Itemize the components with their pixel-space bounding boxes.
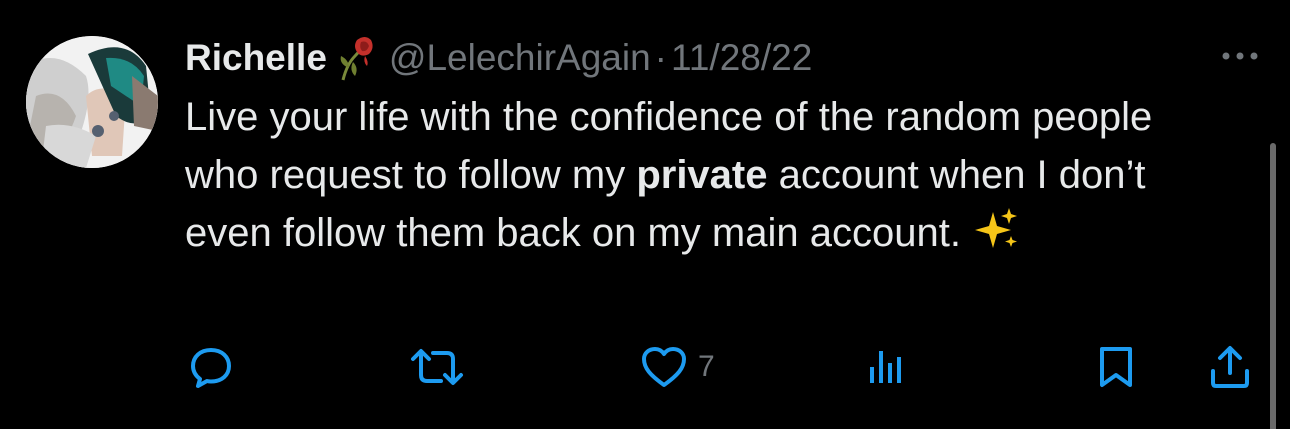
retweet-button[interactable] — [409, 345, 465, 389]
tweet-content: Richelle @LelechirAgain · 11/28/22 Live … — [185, 30, 1195, 262]
like-button[interactable]: 7 — [640, 345, 715, 389]
separator-dot: · — [654, 37, 667, 78]
more-options-icon[interactable] — [1218, 44, 1262, 68]
tweet-card[interactable]: Richelle @LelechirAgain · 11/28/22 Live … — [0, 0, 1290, 429]
action-bar: 7 — [0, 345, 1290, 389]
bookmark-icon — [1100, 347, 1132, 387]
heart-icon — [642, 347, 686, 387]
share-button[interactable] — [1208, 345, 1252, 389]
scrollbar[interactable] — [1270, 143, 1276, 429]
avatar[interactable] — [26, 36, 158, 168]
bookmark-button[interactable] — [1096, 345, 1136, 389]
views-bar-chart-icon — [870, 351, 901, 383]
like-count: 7 — [698, 350, 715, 383]
tweet-header: Richelle @LelechirAgain · 11/28/22 — [185, 30, 1195, 86]
tweet-date[interactable]: 11/28/22 — [671, 37, 812, 79]
tweet-text-bold: private — [636, 153, 768, 197]
user-handle[interactable]: @LelechirAgain — [389, 37, 651, 79]
sparkles-icon — [973, 206, 1019, 252]
retweet-icon — [411, 349, 463, 385]
share-icon — [1211, 346, 1249, 388]
tweet-text: Live your life with the confidence of th… — [185, 88, 1195, 262]
reply-button[interactable] — [189, 345, 233, 389]
reply-icon — [191, 348, 231, 388]
views-button[interactable] — [864, 345, 908, 389]
wilted-rose-icon — [335, 34, 375, 82]
display-name[interactable]: Richelle — [185, 37, 327, 79]
